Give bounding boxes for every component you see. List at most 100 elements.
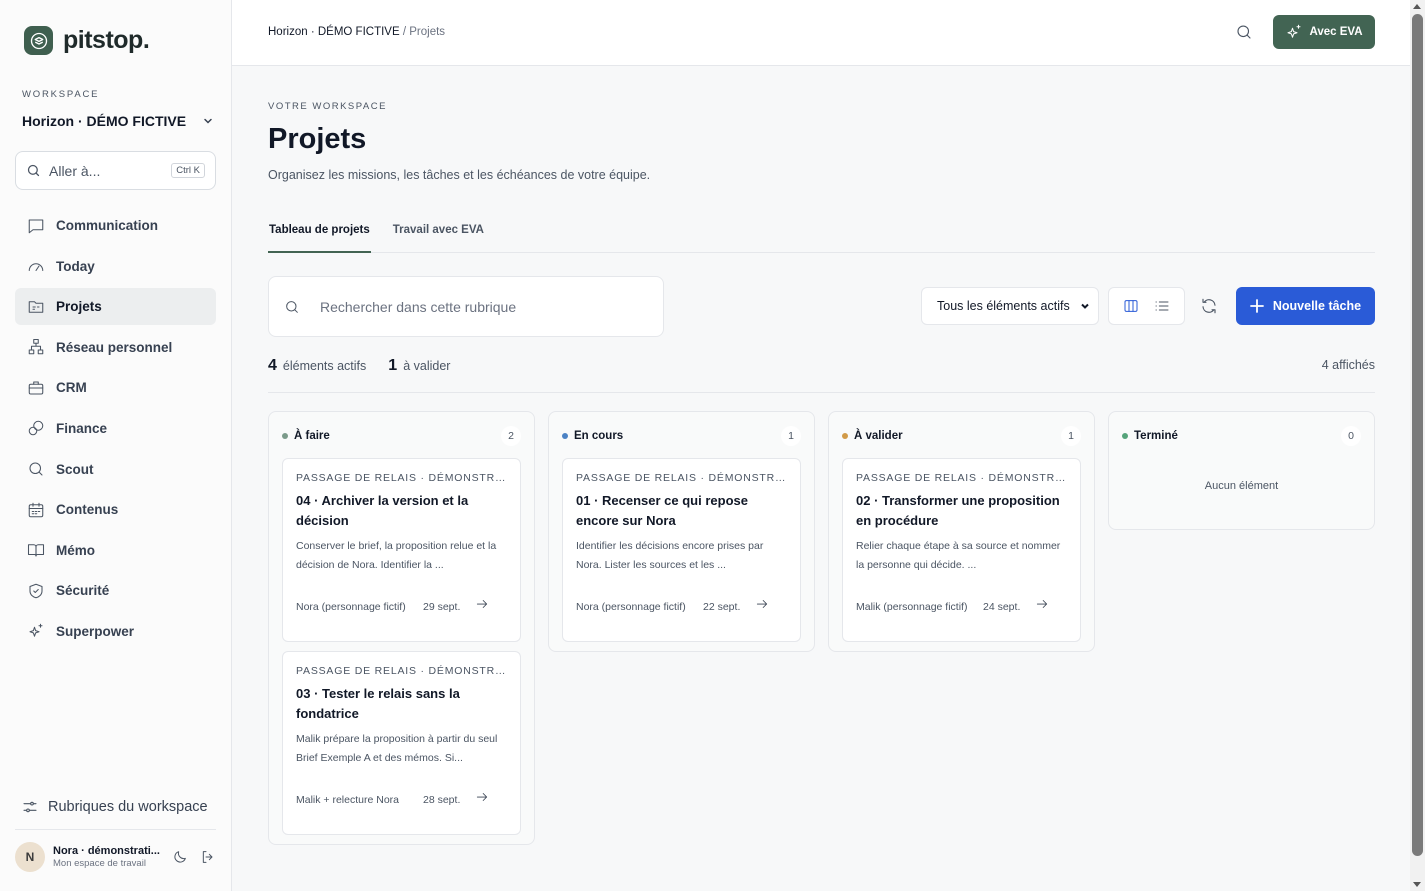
arrow-right-icon[interactable] <box>475 597 489 616</box>
column-title: En cours <box>574 429 624 442</box>
task-card[interactable]: PASSAGE DE RELAIS · DÉMONSTRATI... 02 · … <box>842 458 1081 642</box>
workspace-name: Horizon · DÉMO FICTIVE <box>22 113 187 129</box>
page-title: Projets <box>268 123 367 155</box>
sidebar-item-finance[interactable]: Finance <box>15 410 216 447</box>
app-logo[interactable]: pitstop. <box>24 26 150 55</box>
list-view-icon[interactable] <box>1154 298 1170 314</box>
book-icon <box>26 541 45 560</box>
sidebar-item-today[interactable]: Today <box>15 248 216 285</box>
user-actions <box>172 849 216 865</box>
status-dot <box>1122 432 1128 439</box>
empty-state: Aucun élément <box>1204 480 1279 492</box>
user-subtitle: Mon espace de travail <box>53 858 146 869</box>
scroll-down-arrow[interactable] <box>1413 882 1421 887</box>
task-card[interactable]: PASSAGE DE RELAIS · DÉMONSTRATI... 01 · … <box>562 458 801 642</box>
sidebar-item-projets[interactable]: Projets <box>15 288 216 326</box>
column-count: 2 <box>501 425 521 446</box>
validate-label: à valider <box>403 359 451 373</box>
column-a-valider: À valider 1 PASSAGE DE RELAIS · DÉMONSTR… <box>828 411 1095 652</box>
sidebar-item-label: Finance <box>56 420 108 436</box>
card-owner: Malik + relecture Nora <box>296 793 399 806</box>
sidebar-item-memo[interactable]: Mémo <box>15 532 216 569</box>
eva-button-label: Avec EVA <box>1309 26 1363 38</box>
sidebar-item-scout[interactable]: Scout <box>15 451 216 488</box>
workspace-label: WORKSPACE <box>22 89 100 100</box>
scroll-up-arrow[interactable] <box>1413 4 1421 9</box>
network-icon <box>26 338 45 357</box>
status-filter-value: Tous les éléments actifs <box>937 299 1070 313</box>
chevron-down-icon <box>1081 303 1089 309</box>
calendar-icon <box>26 500 45 519</box>
arrow-right-icon[interactable] <box>475 790 489 809</box>
sidebar-item-reseau[interactable]: Réseau personnel <box>15 329 216 366</box>
sidebar-item-communication[interactable]: Communication <box>15 207 216 244</box>
sidebar-item-crm[interactable]: CRM <box>15 369 216 406</box>
search-icon <box>26 460 45 479</box>
column-a-faire: À faire 2 PASSAGE DE RELAIS · DÉMONSTRAT… <box>268 411 535 845</box>
user-name: Nora · démonstrati... <box>53 845 160 857</box>
workspace-switcher[interactable]: Horizon · DÉMO FICTIVE <box>22 113 214 129</box>
sparkles-icon <box>26 622 45 641</box>
card-kicker: PASSAGE DE RELAIS · DÉMONSTRATI... <box>856 472 1067 484</box>
sidebar-item-label: Mémo <box>56 542 96 558</box>
arrow-right-icon[interactable] <box>1035 597 1049 616</box>
card-kicker: PASSAGE DE RELAIS · DÉMONSTRATI... <box>296 472 507 484</box>
search-input[interactable] <box>320 298 620 315</box>
sidebar-item-label: Sécurité <box>56 583 110 599</box>
workspace-sections-link[interactable]: Rubriques du workspace <box>22 799 208 815</box>
column-header: En cours 1 <box>562 412 801 458</box>
tab-travail-avec-eva[interactable]: Travail avec EVA <box>392 221 485 253</box>
column-title: À valider <box>854 429 903 442</box>
avatar[interactable]: N <box>15 842 45 872</box>
eva-button[interactable]: Avec EVA <box>1273 15 1375 49</box>
card-due-date: 28 sept. <box>423 793 461 806</box>
stack-icon <box>24 26 53 55</box>
sparkles-icon <box>1287 24 1301 38</box>
breadcrumb-workspace[interactable]: Horizon · DÉMO FICTIVE <box>268 26 400 38</box>
breadcrumb-current: Projets <box>409 26 446 38</box>
goto-search[interactable]: Aller à... Ctrl K <box>15 151 216 190</box>
logout-icon[interactable] <box>200 849 216 865</box>
task-card[interactable]: PASSAGE DE RELAIS · DÉMONSTRATI... 03 · … <box>282 651 521 835</box>
board-view-icon[interactable] <box>1123 298 1139 314</box>
active-count: 4 <box>268 357 277 374</box>
sidebar-item-label: Scout <box>56 461 94 477</box>
sidebar-item-securite[interactable]: Sécurité <box>15 572 216 609</box>
moon-icon[interactable] <box>172 849 188 865</box>
scrollbar-thumb[interactable] <box>1412 14 1423 856</box>
breadcrumb: Horizon · DÉMO FICTIVE / Projets <box>268 26 445 38</box>
column-en-cours: En cours 1 PASSAGE DE RELAIS · DÉMONSTRA… <box>548 411 815 652</box>
page-scrollbar[interactable] <box>1410 0 1425 891</box>
card-owner: Nora (personnage fictif) <box>576 600 686 613</box>
sidebar-item-superpower[interactable]: Superpower <box>15 613 216 650</box>
column-header: À valider 1 <box>842 412 1081 458</box>
global-search-button[interactable] <box>1235 23 1253 46</box>
sidebar-item-label: Contenus <box>56 502 119 518</box>
summary-stats: 4 éléments actifs 1 à valider <box>268 357 450 375</box>
status-filter-select[interactable]: Tous les éléments actifs <box>921 287 1099 325</box>
tab-tableau-de-projets[interactable]: Tableau de projets <box>268 221 371 253</box>
sidebar-item-contenus[interactable]: Contenus <box>15 491 216 528</box>
card-owner: Nora (personnage fictif) <box>296 600 406 613</box>
new-task-button[interactable]: Nouvelle tâche <box>1236 287 1375 325</box>
main-content: VOTRE WORKSPACE Projets Organisez les mi… <box>232 66 1410 891</box>
card-due-date: 29 sept. <box>423 600 461 613</box>
card-footer: Nora (personnage fictif) 29 sept. <box>296 597 507 616</box>
briefcase-icon <box>26 378 45 397</box>
column-termine: Terminé 0 Aucun élément <box>1108 411 1375 530</box>
user-info[interactable]: Nora · démonstrati... Mon espace de trav… <box>53 845 164 869</box>
page-eyebrow: VOTRE WORKSPACE <box>268 101 387 112</box>
coins-icon <box>26 419 45 438</box>
column-count: 1 <box>1061 425 1081 446</box>
card-title: 01 · Recenser ce qui repose encore sur N… <box>576 493 748 528</box>
search-icon <box>27 164 40 177</box>
status-dot <box>562 432 568 439</box>
arrow-right-icon[interactable] <box>755 597 769 616</box>
user-panel: N Nora · démonstrati... Mon espace de tr… <box>15 842 216 872</box>
settings-sliders-icon <box>23 801 37 813</box>
section-search <box>268 276 664 337</box>
divider <box>15 829 216 830</box>
breadcrumb-separator: / <box>402 26 407 38</box>
refresh-button[interactable] <box>1200 297 1218 320</box>
task-card[interactable]: PASSAGE DE RELAIS · DÉMONSTRATI... 04 · … <box>282 458 521 642</box>
